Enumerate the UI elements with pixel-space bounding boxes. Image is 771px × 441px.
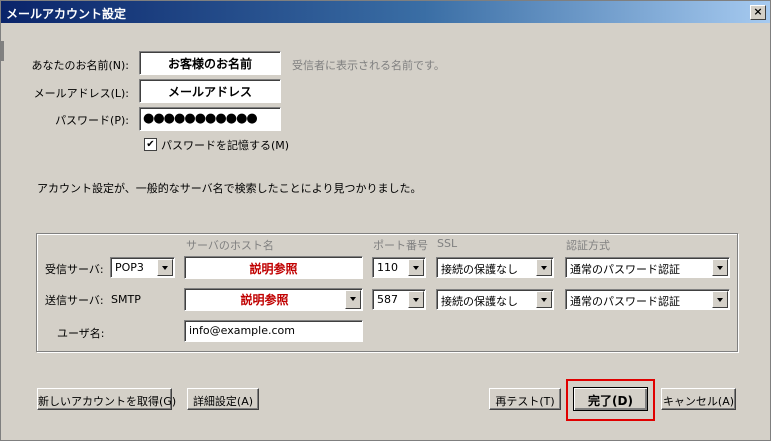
status-message: アカウント設定が、一般的なサーバ名で検索したことにより見つかりました。	[37, 182, 422, 195]
name-hint: 受信者に表示される名前です。	[292, 59, 445, 72]
left-edge-marker	[1, 41, 4, 61]
username-input[interactable]: info@example.com	[184, 320, 363, 342]
remember-password-checkbox[interactable]: ✔	[144, 138, 157, 151]
incoming-ssl-value: 接続の保護なし	[441, 263, 518, 276]
incoming-port-value: 110	[377, 261, 398, 274]
incoming-auth-value: 通常のパスワード認証	[570, 263, 680, 276]
name-input[interactable]: お客様のお名前	[139, 51, 281, 75]
chevron-down-icon[interactable]	[536, 291, 552, 308]
email-label: メールアドレス(L):	[33, 87, 129, 100]
port-column-header: ポート番号	[373, 239, 428, 252]
chevron-down-icon[interactable]	[157, 259, 173, 276]
cancel-button[interactable]: キャンセル(A)	[661, 388, 736, 410]
outgoing-server-label: 送信サーバ:	[45, 294, 104, 307]
incoming-server-label: 受信サーバ:	[45, 263, 104, 276]
done-button[interactable]: 完了(D)	[573, 387, 648, 411]
outgoing-protocol-value: SMTP	[111, 293, 141, 306]
outgoing-auth-select[interactable]: 通常のパスワード認証	[565, 289, 730, 310]
outgoing-auth-value: 通常のパスワード認証	[570, 295, 680, 308]
incoming-host-input[interactable]: 説明参照	[184, 256, 363, 279]
chevron-down-icon[interactable]	[712, 259, 728, 276]
username-label: ユーザ名:	[57, 327, 105, 340]
ssl-column-header: SSL	[437, 237, 458, 250]
host-column-header: サーバのホスト名	[186, 239, 274, 252]
incoming-ssl-select[interactable]: 接続の保護なし	[436, 257, 554, 278]
chevron-down-icon[interactable]	[536, 259, 552, 276]
chevron-down-icon[interactable]	[345, 290, 361, 309]
email-input[interactable]: メールアドレス	[139, 79, 281, 103]
outgoing-host-select[interactable]: 説明参照	[184, 288, 363, 311]
incoming-protocol-select[interactable]: POP3	[110, 257, 175, 278]
window-title: メールアカウント設定	[6, 7, 127, 21]
close-button[interactable]: ×	[750, 5, 766, 20]
chevron-down-icon[interactable]	[712, 291, 728, 308]
new-account-button[interactable]: 新しいアカウントを取得(G)	[37, 388, 176, 410]
retest-button[interactable]: 再テスト(T)	[489, 388, 561, 410]
incoming-protocol-value: POP3	[115, 261, 144, 274]
advanced-settings-button[interactable]: 詳細設定(A)	[187, 388, 259, 410]
outgoing-ssl-select[interactable]: 接続の保護なし	[436, 289, 554, 310]
incoming-auth-select[interactable]: 通常のパスワード認証	[565, 257, 730, 278]
title-bar[interactable]: メールアカウント設定 ×	[1, 1, 770, 23]
outgoing-port-value: 587	[377, 293, 398, 306]
incoming-port-select[interactable]: 110	[372, 257, 426, 278]
outgoing-host-value: 説明参照	[240, 293, 289, 307]
auth-column-header: 認証方式	[566, 239, 610, 252]
outgoing-port-select[interactable]: 587	[372, 289, 426, 310]
name-label: あなたのお名前(N):	[31, 59, 129, 72]
outgoing-ssl-value: 接続の保護なし	[441, 295, 518, 308]
password-input[interactable]: ●●●●●●●●●●●	[139, 107, 281, 131]
password-label: パスワード(P):	[55, 114, 129, 127]
chevron-down-icon[interactable]	[408, 291, 424, 308]
remember-password-label[interactable]: パスワードを記憶する(M)	[161, 137, 289, 153]
chevron-down-icon[interactable]	[408, 259, 424, 276]
mail-account-dialog: メールアカウント設定 × あなたのお名前(N): お客様のお名前 受信者に表示さ…	[0, 0, 771, 441]
